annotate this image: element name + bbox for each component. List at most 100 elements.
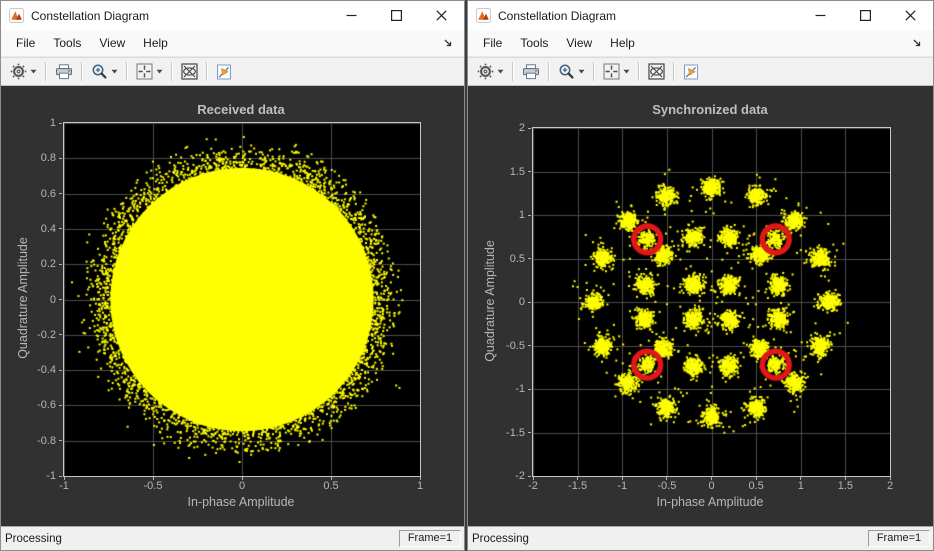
open-scope-button[interactable] bbox=[678, 60, 704, 83]
close-button[interactable] bbox=[888, 1, 933, 30]
gear-icon bbox=[10, 63, 27, 80]
menu-tools[interactable]: Tools bbox=[511, 33, 557, 53]
x-tick-label: 2 bbox=[887, 481, 893, 492]
settings-gear-button[interactable] bbox=[5, 60, 42, 83]
plot-axes-received bbox=[63, 122, 421, 477]
plot-title: Synchronized data bbox=[652, 102, 768, 117]
x-tick-mark bbox=[622, 477, 623, 480]
figure-area-received: Received data In-phase Amplitude Quadrat… bbox=[1, 86, 464, 526]
x-tick-mark bbox=[64, 477, 65, 480]
y-tick-mark bbox=[528, 215, 531, 216]
open-scope-button[interactable] bbox=[211, 60, 237, 83]
toolbar bbox=[1, 57, 464, 86]
zoom-in-icon bbox=[558, 63, 575, 80]
x-tick-mark bbox=[845, 477, 846, 480]
toolbar-separator bbox=[673, 62, 675, 81]
plot-axes-synchronized bbox=[532, 127, 891, 477]
title-bar[interactable]: Constellation Diagram bbox=[1, 1, 464, 30]
x-tick-label: -1.5 bbox=[568, 481, 587, 492]
x-tick-label: 1 bbox=[798, 481, 804, 492]
print-button[interactable] bbox=[517, 60, 545, 83]
y-tick-mark bbox=[59, 440, 62, 441]
y-tick-mark bbox=[59, 228, 62, 229]
frame-counter: Frame=1 bbox=[399, 530, 461, 547]
status-bar: Processing Frame=1 bbox=[468, 526, 933, 550]
x-tick-label: 0.5 bbox=[748, 481, 763, 492]
y-tick-label: -0.2 bbox=[22, 330, 56, 341]
y-tick-mark bbox=[528, 389, 531, 390]
maximize-icon bbox=[391, 10, 402, 21]
x-tick-mark bbox=[756, 477, 757, 480]
minimize-icon bbox=[346, 10, 357, 21]
toolbar bbox=[468, 57, 933, 86]
x-tick-label: -0.5 bbox=[657, 481, 676, 492]
fit-to-view-icon bbox=[603, 63, 620, 80]
matlab-logo-icon bbox=[9, 8, 24, 23]
x-tick-mark bbox=[242, 477, 243, 480]
window-title: Constellation Diagram bbox=[31, 9, 329, 23]
y-tick-label: -1 bbox=[491, 384, 525, 395]
x-tick-mark bbox=[666, 477, 667, 480]
y-tick-label: 0.5 bbox=[491, 254, 525, 265]
x-tick-mark bbox=[420, 477, 421, 480]
menu-bar: File Tools View Help bbox=[1, 30, 464, 57]
menu-view[interactable]: View bbox=[557, 33, 601, 53]
y-tick-label: 0.4 bbox=[22, 224, 56, 235]
open-scope-icon bbox=[683, 64, 699, 80]
dock-arrow-icon[interactable] bbox=[440, 35, 456, 51]
dropdown-caret-icon bbox=[30, 69, 37, 74]
print-button[interactable] bbox=[50, 60, 78, 83]
x-tick-mark bbox=[331, 477, 332, 480]
maximize-button[interactable] bbox=[374, 1, 419, 30]
menu-help[interactable]: Help bbox=[134, 33, 177, 53]
y-tick-mark bbox=[59, 193, 62, 194]
menu-file[interactable]: File bbox=[474, 33, 511, 53]
close-button[interactable] bbox=[419, 1, 464, 30]
constellation-plot-canvas[interactable] bbox=[64, 123, 420, 476]
x-tick-label: 1 bbox=[417, 481, 423, 492]
minimize-button[interactable] bbox=[798, 1, 843, 30]
x-tick-mark bbox=[533, 477, 534, 480]
y-tick-label: -0.6 bbox=[22, 400, 56, 411]
fit-to-view-button[interactable] bbox=[598, 60, 635, 83]
x-tick-label: -1 bbox=[617, 481, 627, 492]
x-tick-label: -0.5 bbox=[144, 481, 163, 492]
constellation-plot-canvas[interactable] bbox=[533, 128, 890, 476]
y-tick-mark bbox=[59, 158, 62, 159]
y-tick-mark bbox=[59, 299, 62, 300]
y-tick-mark bbox=[59, 123, 62, 124]
plot-title: Received data bbox=[197, 102, 284, 117]
toolbar-separator bbox=[548, 62, 550, 81]
menu-help[interactable]: Help bbox=[601, 33, 644, 53]
fit-to-view-button[interactable] bbox=[131, 60, 168, 83]
y-tick-label: -1.5 bbox=[491, 428, 525, 439]
settings-gear-button[interactable] bbox=[472, 60, 509, 83]
menu-file[interactable]: File bbox=[7, 33, 44, 53]
constellation-icon bbox=[181, 63, 198, 80]
y-tick-mark bbox=[59, 264, 62, 265]
reference-constellation-button[interactable] bbox=[643, 60, 670, 83]
zoom-in-button[interactable] bbox=[86, 60, 123, 83]
dock-arrow-icon[interactable] bbox=[909, 35, 925, 51]
toolbar-separator bbox=[171, 62, 173, 81]
y-tick-mark bbox=[528, 171, 531, 172]
maximize-button[interactable] bbox=[843, 1, 888, 30]
zoom-in-button[interactable] bbox=[553, 60, 590, 83]
x-tick-label: -2 bbox=[528, 481, 538, 492]
menu-view[interactable]: View bbox=[90, 33, 134, 53]
minimize-button[interactable] bbox=[329, 1, 374, 30]
y-tick-label: 2 bbox=[491, 123, 525, 134]
status-bar: Processing Frame=1 bbox=[1, 526, 464, 550]
fit-to-view-icon bbox=[136, 63, 153, 80]
y-tick-mark bbox=[528, 128, 531, 129]
title-bar[interactable]: Constellation Diagram bbox=[468, 1, 933, 30]
reference-constellation-button[interactable] bbox=[176, 60, 203, 83]
x-tick-mark bbox=[153, 477, 154, 480]
menu-tools[interactable]: Tools bbox=[44, 33, 90, 53]
y-tick-label: 1 bbox=[22, 118, 56, 129]
menu-bar: File Tools View Help bbox=[468, 30, 933, 57]
gear-icon bbox=[477, 63, 494, 80]
constellation-icon bbox=[648, 63, 665, 80]
constellation-diagram-window-synchronized: Constellation Diagram File Tools View He… bbox=[467, 0, 934, 551]
minimize-icon bbox=[815, 10, 826, 21]
